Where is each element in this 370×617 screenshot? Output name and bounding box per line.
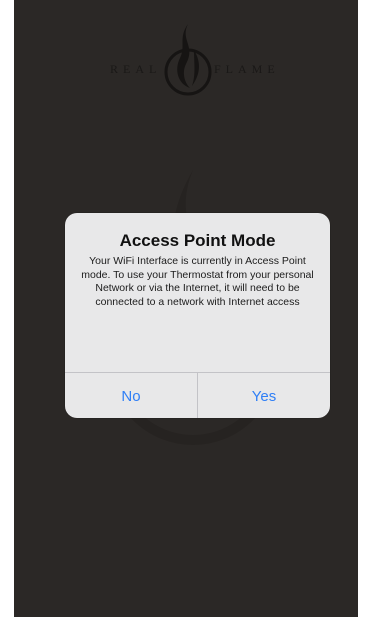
alert-message: Your WiFi Interface is currently in Acce… bbox=[81, 255, 314, 308]
logo-text-right: FLAME bbox=[214, 62, 280, 76]
alert-actions: No Yes bbox=[65, 372, 330, 418]
access-point-alert: Access Point Mode Your WiFi Interface is… bbox=[65, 213, 330, 418]
logo-text-left: REAL bbox=[110, 62, 162, 76]
yes-button[interactable]: Yes bbox=[198, 373, 330, 418]
no-button[interactable]: No bbox=[65, 373, 198, 418]
alert-title: Access Point Mode bbox=[119, 231, 276, 250]
flame-icon bbox=[164, 24, 212, 96]
app-screen: REAL FLAME Access Point Mode Your WiFi I… bbox=[14, 0, 358, 617]
brand-logo: REAL FLAME bbox=[14, 12, 358, 102]
